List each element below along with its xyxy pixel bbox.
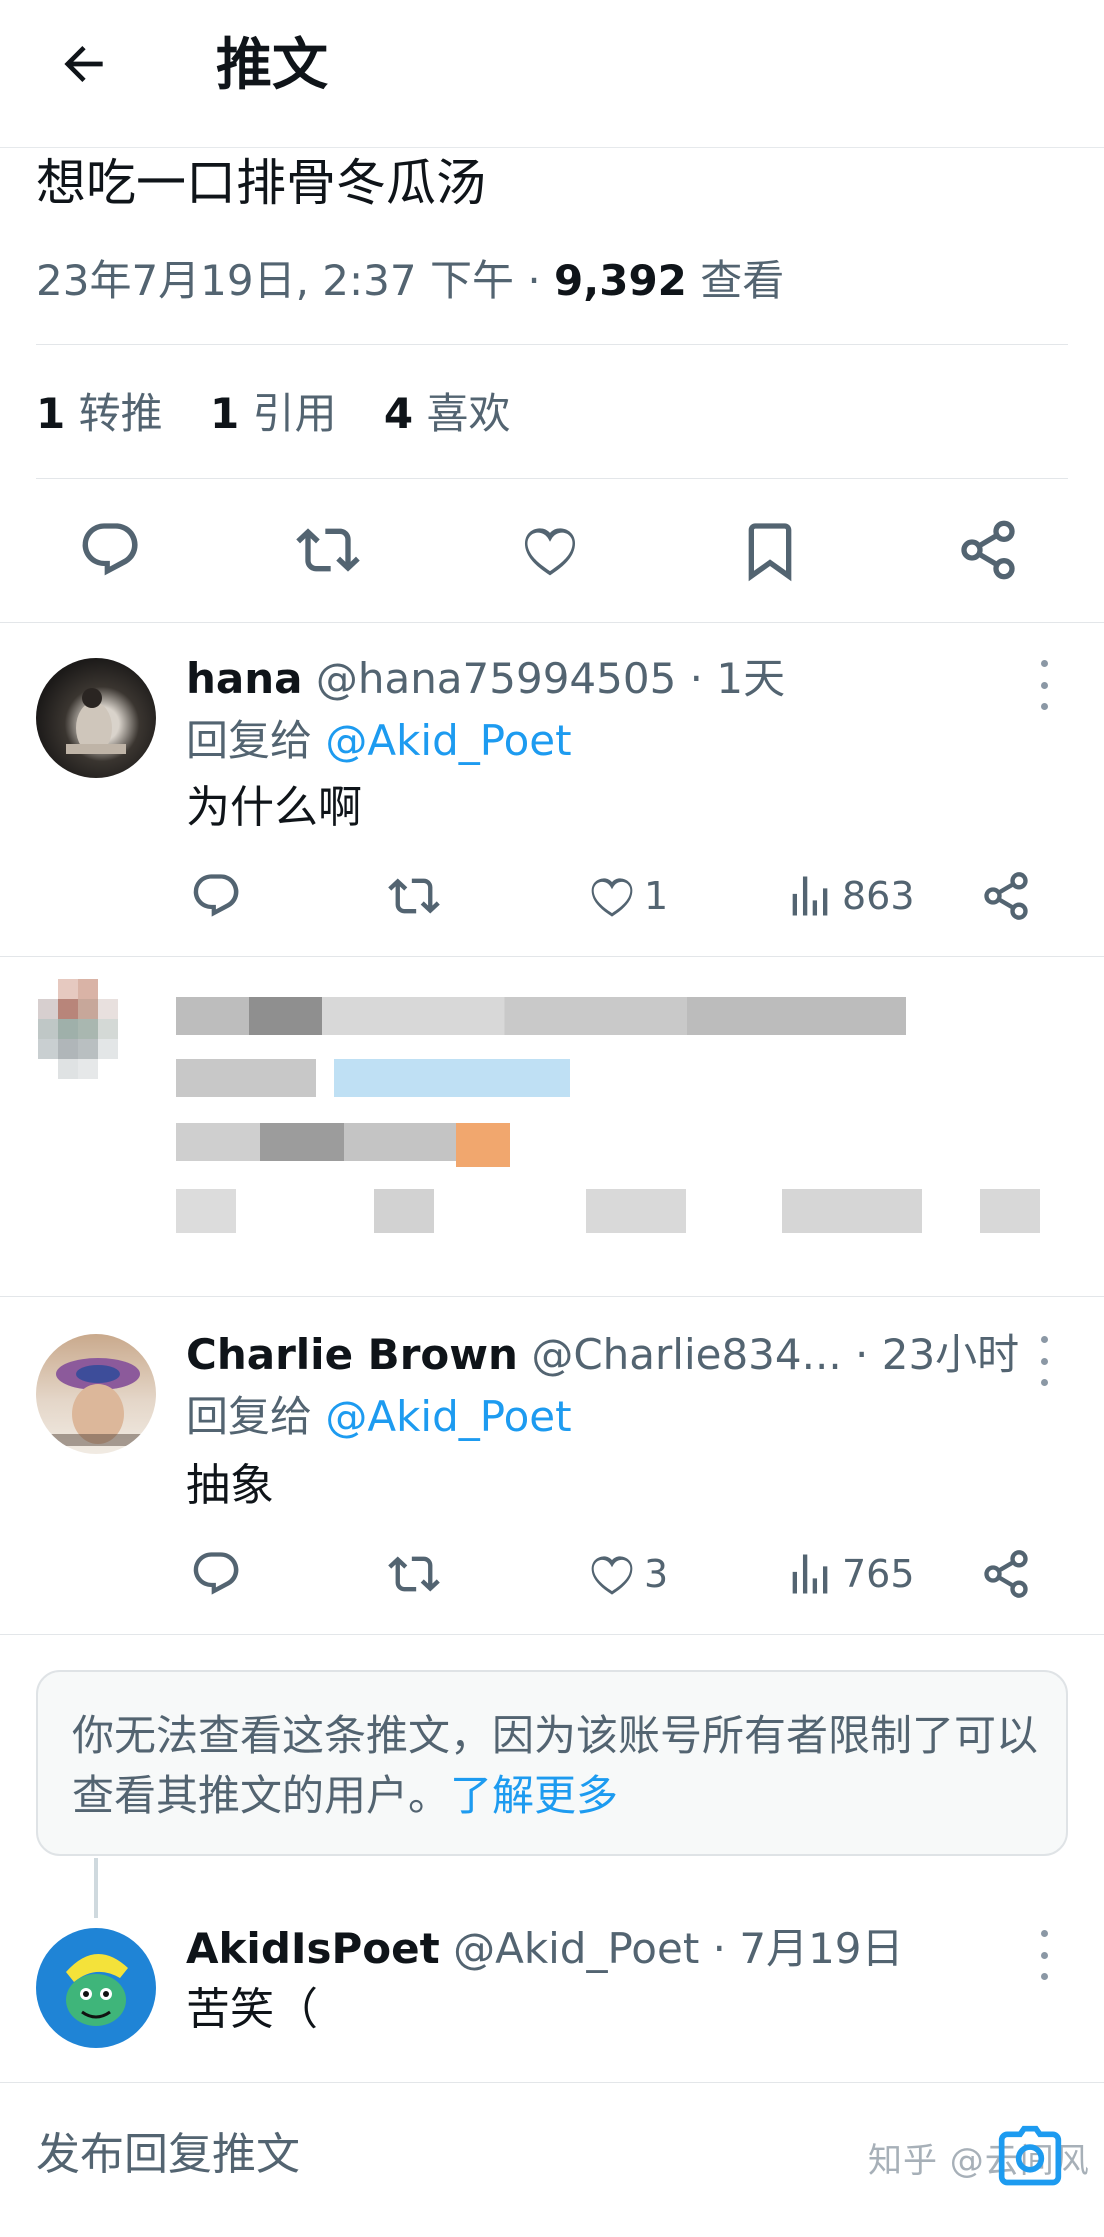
back-button[interactable] xyxy=(48,30,120,102)
share-button[interactable] xyxy=(980,1548,1032,1600)
camera-button[interactable] xyxy=(996,2123,1064,2191)
reply-text: 抽象 xyxy=(186,1460,274,1511)
tweet-stats: 1 转推 1 引用 4 喜欢 xyxy=(36,384,545,444)
tweet-text: 想吃一口排骨冬瓜汤 xyxy=(36,154,486,212)
censored-avatar xyxy=(38,979,138,1079)
reply-button[interactable] xyxy=(190,1548,242,1600)
more-icon[interactable] xyxy=(1034,1930,1054,1980)
views-button[interactable] xyxy=(784,1548,836,1600)
reply-to-prefix: 回复给 xyxy=(186,716,326,765)
display-name[interactable]: AkidIsPoet xyxy=(186,1924,440,1973)
more-icon[interactable] xyxy=(1034,1336,1054,1386)
share-icon xyxy=(980,872,1032,926)
like-count: 3 xyxy=(644,1552,669,1596)
reply-to-line: 回复给 @Akid_Poet xyxy=(186,1388,572,1446)
reply-icon xyxy=(190,1552,242,1604)
back-arrow-icon xyxy=(56,36,112,96)
retweet-icon xyxy=(388,1556,440,1604)
reply-icon xyxy=(78,523,142,586)
bookmark-button[interactable] xyxy=(738,518,802,582)
reply-to-line: 回复给 @Akid_Poet xyxy=(186,712,572,770)
like-icon xyxy=(518,528,582,586)
retweet-button[interactable] xyxy=(388,1548,440,1600)
reply-to-prefix: 回复给 xyxy=(186,1392,326,1441)
reply-button[interactable] xyxy=(190,870,242,922)
thread-line xyxy=(94,1858,98,1918)
censored-reply xyxy=(0,957,1104,1295)
share-button[interactable] xyxy=(956,518,1020,582)
views-count: 863 xyxy=(842,874,915,918)
like-count: 1 xyxy=(644,874,669,918)
reply-text: 苦笑（ xyxy=(186,1984,318,2035)
reply-text: 为什么啊 xyxy=(186,782,362,833)
reply-time: · 7月19日 xyxy=(699,1924,904,1973)
reply-to-link[interactable]: @Akid_Poet xyxy=(325,1392,571,1441)
views-label: 查看 xyxy=(686,256,785,305)
restricted-notice: 你无法查看这条推文，因为该账号所有者限制了可以查看其推文的用户。了解更多 xyxy=(36,1670,1068,1856)
reply-button[interactable] xyxy=(78,518,142,582)
like-button[interactable] xyxy=(586,870,638,922)
views-count: 765 xyxy=(842,1552,915,1596)
likes-stat[interactable]: 4 喜欢 xyxy=(384,389,545,438)
like-button[interactable] xyxy=(518,518,582,582)
share-icon xyxy=(956,520,1020,586)
user-handle[interactable]: @Akid_Poet xyxy=(440,1924,699,1973)
reply-icon xyxy=(190,874,242,926)
camera-icon xyxy=(996,2125,1064,2195)
reply-time: · 23小时 xyxy=(841,1330,1020,1379)
learn-more-link[interactable]: 了解更多 xyxy=(450,1771,618,1820)
views-count: 9,392 xyxy=(554,256,687,305)
reply-header: hana @hana75994505 · 1天 xyxy=(186,650,785,708)
share-button[interactable] xyxy=(980,870,1032,922)
retweets-stat[interactable]: 1 转推 xyxy=(36,389,197,438)
user-handle[interactable]: @Charlie834... xyxy=(518,1330,841,1379)
views-icon xyxy=(784,876,836,926)
display-name[interactable]: Charlie Brown xyxy=(186,1330,518,1379)
more-icon[interactable] xyxy=(1034,660,1054,710)
user-handle[interactable]: @hana75994505 xyxy=(302,654,677,703)
top-bar: 推文 xyxy=(0,0,1104,148)
restricted-message: 你无法查看这条推文，因为该账号所有者限制了可以查看其推文的用户。了解更多 xyxy=(72,1706,1052,1826)
retweet-icon xyxy=(296,528,360,586)
reply-composer: 发布回复推文 知乎 @云间风 xyxy=(0,2082,1104,2237)
tweet-timestamp[interactable]: 23年7月19日, 2:37 下午 xyxy=(36,256,514,305)
like-icon xyxy=(586,878,638,926)
views-icon xyxy=(784,1554,836,1604)
reply-time: · 1天 xyxy=(676,654,786,703)
reply-input[interactable]: 发布回复推文 xyxy=(36,2125,300,2185)
page-title: 推文 xyxy=(216,33,328,98)
views-button[interactable] xyxy=(784,870,836,922)
avatar[interactable] xyxy=(36,658,156,778)
reply-header: Charlie Brown @Charlie834... · 23小时 xyxy=(186,1326,1019,1384)
display-name[interactable]: hana xyxy=(186,654,302,703)
like-button[interactable] xyxy=(586,1548,638,1600)
retweet-icon xyxy=(388,878,440,926)
reply-to-link[interactable]: @Akid_Poet xyxy=(325,716,571,765)
tweet-meta: 23年7月19日, 2:37 下午 · 9,392 查看 xyxy=(36,252,784,310)
quotes-stat[interactable]: 1 引用 xyxy=(210,389,371,438)
avatar[interactable] xyxy=(36,1928,156,2048)
like-icon xyxy=(586,1556,638,1604)
retweet-button[interactable] xyxy=(296,518,360,582)
bookmark-icon xyxy=(738,523,802,586)
retweet-button[interactable] xyxy=(388,870,440,922)
share-icon xyxy=(980,1550,1032,1604)
meta-separator: · xyxy=(513,256,555,305)
reply-header: AkidIsPoet @Akid_Poet · 7月19日 xyxy=(186,1920,904,1978)
avatar[interactable] xyxy=(36,1334,156,1454)
